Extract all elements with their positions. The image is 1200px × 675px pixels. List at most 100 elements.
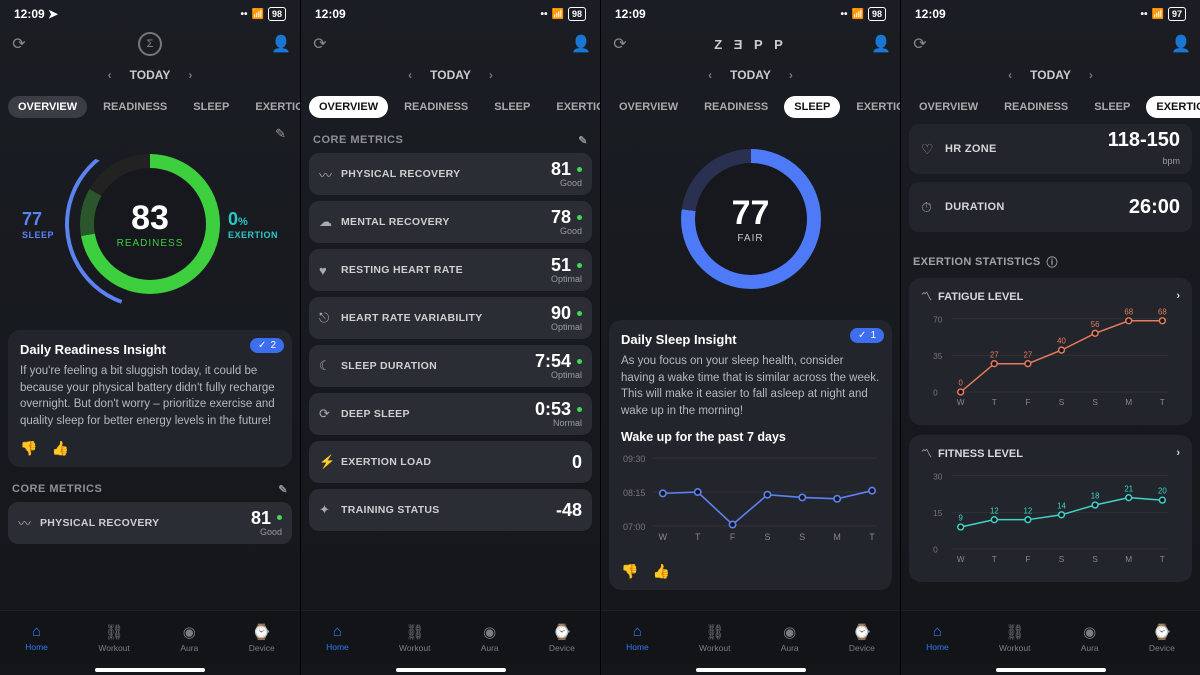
metric-icon: ☾ xyxy=(319,358,341,374)
tab-overview[interactable]: OVERVIEW xyxy=(309,96,388,118)
info-icon[interactable]: ⓘ xyxy=(1047,254,1058,270)
insight-badge: ✓ 2 xyxy=(250,338,284,353)
metric-icon: ⚡ xyxy=(319,454,341,470)
readiness-ring[interactable]: 83 READINESS xyxy=(80,154,220,294)
tab-overview[interactable]: OVERVIEW xyxy=(609,96,688,118)
insight-title: Daily Readiness Insight xyxy=(20,342,280,357)
tab-sleep[interactable]: SLEEP xyxy=(1084,96,1140,118)
metric-row[interactable]: ♥ RESTING HEART RATE 51Optimal xyxy=(309,249,592,291)
tab-readiness[interactable]: READINESS xyxy=(394,96,478,118)
svg-text:W: W xyxy=(957,398,965,407)
tab-aura[interactable]: ◉Aura xyxy=(180,623,198,653)
thumbs-up-icon[interactable]: 👍 xyxy=(652,563,669,580)
tab-exertion[interactable]: EXERTION xyxy=(546,96,600,118)
svg-text:20: 20 xyxy=(1158,487,1167,496)
svg-text:T: T xyxy=(695,532,701,542)
date-nav[interactable]: ‹ TODAY › xyxy=(0,60,300,90)
svg-text:30: 30 xyxy=(933,472,943,481)
svg-text:F: F xyxy=(1025,555,1030,564)
insight-badge: ✓ 1 xyxy=(850,328,884,343)
svg-text:W: W xyxy=(957,555,965,564)
tab-sleep[interactable]: SLEEP xyxy=(183,96,239,118)
svg-text:9: 9 xyxy=(959,514,963,523)
svg-text:08:15: 08:15 xyxy=(623,488,645,498)
chevron-left-icon[interactable]: ‹ xyxy=(108,68,112,82)
svg-text:68: 68 xyxy=(1158,307,1167,316)
svg-text:27: 27 xyxy=(990,350,999,359)
svg-text:07:00: 07:00 xyxy=(623,522,645,532)
tab-sleep[interactable]: SLEEP xyxy=(484,96,540,118)
tab-overview[interactable]: OVERVIEW xyxy=(8,96,87,118)
profile-icon[interactable]: 👤 xyxy=(272,35,290,53)
tab-exertion[interactable]: EXERTION xyxy=(846,96,900,118)
svg-text:T: T xyxy=(992,398,997,407)
tab-readiness[interactable]: READINESS xyxy=(93,96,177,118)
svg-text:09:30: 09:30 xyxy=(623,454,645,464)
tab-workout[interactable]: ⛓Workout xyxy=(399,623,431,653)
edit-icon[interactable]: ✎ xyxy=(275,126,286,142)
wakeup-chart-title: Wake up for the past 7 days xyxy=(621,430,880,444)
tab-device[interactable]: ⌚Device xyxy=(249,623,275,653)
svg-text:M: M xyxy=(1125,555,1132,564)
refresh-icon[interactable]: ⟳ xyxy=(10,35,28,53)
status-bar: 12:09 ➤ ••📶98 xyxy=(0,0,300,28)
svg-text:S: S xyxy=(799,532,805,542)
chevron-right-icon[interactable]: › xyxy=(188,68,192,82)
activity-icon: 〰 xyxy=(18,513,40,532)
chevron-right-icon: › xyxy=(1176,290,1180,302)
metric-icon: 〰 xyxy=(319,165,341,184)
refresh-icon[interactable]: ⟳ xyxy=(611,35,629,53)
tab-overview[interactable]: OVERVIEW xyxy=(909,96,988,118)
svg-text:T: T xyxy=(869,532,875,542)
metric-row[interactable]: ✦ TRAINING STATUS -48 xyxy=(309,489,592,531)
svg-text:0: 0 xyxy=(933,389,938,398)
tab-exertion[interactable]: EXERTION xyxy=(245,96,300,118)
metric-row[interactable]: ⎋ HEART RATE VARIABILITY 90Optimal xyxy=(309,297,592,339)
edit-icon[interactable]: ✎ xyxy=(578,134,588,147)
edit-icon[interactable]: ✎ xyxy=(278,483,288,496)
tab-aura[interactable]: ◉Aura xyxy=(481,623,499,653)
tab-exertion[interactable]: EXERTION xyxy=(1146,96,1200,118)
fitness-icon: 〽 xyxy=(921,448,932,460)
duration-card[interactable]: ⏱ DURATION 26:00 xyxy=(909,182,1192,232)
tab-device[interactable]: ⌚Device xyxy=(549,623,575,653)
insight-body: If you're feeling a bit sluggish today, … xyxy=(20,363,280,430)
tab-home[interactable]: ⌂Home xyxy=(326,623,349,652)
fatigue-card[interactable]: 〽FATIGUE LEVEL› 70350 0272740566868WTFSS… xyxy=(909,278,1192,425)
refresh-icon[interactable]: ⟳ xyxy=(911,35,929,53)
hr-zone-card[interactable]: ♡ HR ZONE 118-150bpm xyxy=(909,124,1192,174)
profile-icon[interactable]: 👤 xyxy=(872,35,890,53)
fatigue-icon: 〽 xyxy=(921,291,932,303)
heart-icon: ♡ xyxy=(921,141,945,158)
tab-workout[interactable]: ⛓Workout xyxy=(98,623,130,653)
metric-row[interactable]: 〰 PHYSICAL RECOVERY 81Good xyxy=(309,153,592,195)
metric-physical-recovery[interactable]: 〰 PHYSICAL RECOVERY 81Good xyxy=(8,502,292,544)
metric-row[interactable]: ⚡ EXERTION LOAD 0 xyxy=(309,441,592,483)
tab-readiness[interactable]: READINESS xyxy=(994,96,1078,118)
metric-row[interactable]: ☁ MENTAL RECOVERY 78Good xyxy=(309,201,592,243)
screen-sleep: 12:09••📶98 ⟳ Z Ǝ P P 👤 ‹TODAY› OVERVIEW … xyxy=(600,0,900,675)
svg-text:15: 15 xyxy=(933,509,943,518)
metric-row[interactable]: ⟳ DEEP SLEEP 0:53Normal xyxy=(309,393,592,435)
svg-text:14: 14 xyxy=(1057,501,1066,510)
svg-text:W: W xyxy=(659,532,668,542)
tab-home[interactable]: ⌂Home xyxy=(25,623,48,652)
svg-text:F: F xyxy=(1025,398,1030,407)
screen-overview: 12:09 ➤ ••📶98 ⟳ Σ 👤 ‹ TODAY › OVERVIEW R… xyxy=(0,0,300,675)
tab-readiness[interactable]: READINESS xyxy=(694,96,778,118)
refresh-icon[interactable]: ⟳ xyxy=(311,35,329,53)
profile-icon[interactable]: 👤 xyxy=(1172,35,1190,53)
readiness-insight-card[interactable]: ✓ 2 Daily Readiness Insight If you're fe… xyxy=(8,330,292,467)
thumbs-up-icon[interactable]: 👍 xyxy=(51,440,68,457)
sleep-insight-card[interactable]: ✓ 1 Daily Sleep Insight As you focus on … xyxy=(609,320,892,590)
thumbs-down-icon[interactable]: 👎 xyxy=(20,440,37,457)
fitness-card[interactable]: 〽FITNESS LEVEL› 30150 9121214182120WTFSS… xyxy=(909,435,1192,582)
sleep-ring[interactable]: 77 FAIR xyxy=(681,149,821,289)
sleep-score[interactable]: 77SLEEP xyxy=(22,209,54,240)
svg-text:S: S xyxy=(764,532,770,542)
exertion-score[interactable]: 0% EXERTION xyxy=(228,209,278,240)
tab-sleep[interactable]: SLEEP xyxy=(784,96,840,118)
profile-icon[interactable]: 👤 xyxy=(572,35,590,53)
metric-row[interactable]: ☾ SLEEP DURATION 7:54Optimal xyxy=(309,345,592,387)
thumbs-down-icon[interactable]: 👎 xyxy=(621,563,638,580)
